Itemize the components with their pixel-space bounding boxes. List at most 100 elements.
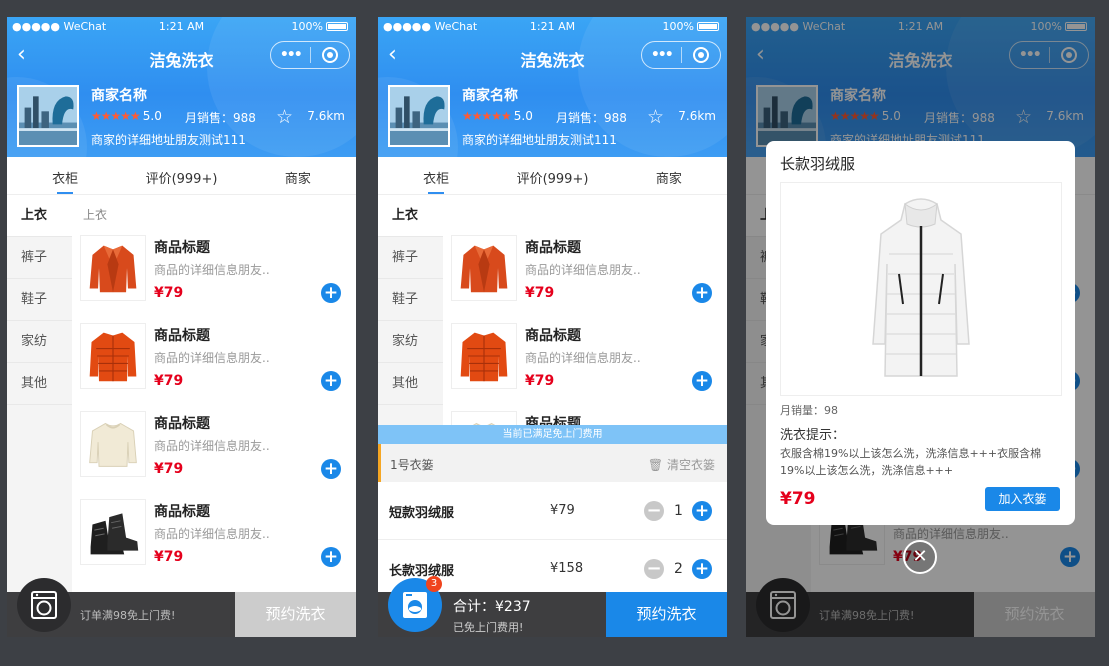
battery: 100% [292,20,348,33]
nav-bar: ‹ 洁兔洗衣 ••• [7,41,356,71]
free-pickup-hint: 订单满98免上门费! [80,609,176,622]
battery-text: 100% [291,20,323,33]
target-icon[interactable] [311,47,350,63]
add-to-basket-button[interactable]: 加入衣篓 [985,487,1060,511]
category-other[interactable]: 其他 [378,363,443,405]
cart-header: 1号衣篓 🗑 清空衣篓 [378,444,727,482]
merchant-logo [17,85,79,147]
distance: 7.6km [307,109,345,123]
add-button[interactable]: + [692,283,712,303]
clear-basket-label: 清空衣篓 [666,458,715,472]
increase-button[interactable]: + [692,501,712,521]
category-shoes[interactable]: 鞋子 [7,279,72,321]
star-outline-icon[interactable]: ☆ [276,106,293,128]
monthly-sales: 月销量：98 [780,404,838,417]
modal-title: 长款羽绒服 [780,155,856,173]
list-item[interactable]: 商品标题 商品的详细信息朋友.. ¥79 + [72,499,356,587]
product-price: ¥79 [525,285,555,301]
product-desc: 商品的详细信息朋友.. [525,351,641,365]
merchant-address: 商家的详细地址朋友测试111 [462,133,617,147]
list-item[interactable]: 商品标题 商品的详细信息朋友.. ¥79 + [443,235,727,323]
phone-screen-catalog: ●●●●● WeChat 1:21 AM 100% ‹ 洁兔洗衣 ••• 商家名… [7,17,356,637]
cart-item-qty: 2 [674,561,683,577]
add-button[interactable]: + [692,371,712,391]
cart-row: 短款羽绒服 ¥79 − 1 + [378,482,727,540]
modal-price: ¥79 [780,489,816,509]
list-item[interactable]: 商品标题 商品的详细信息朋友.. ¥79 + [72,323,356,411]
product-price: ¥79 [525,373,555,389]
section-title: 上衣 [83,208,108,222]
close-icon[interactable]: ✕ [903,540,937,574]
merchant-address: 商家的详细地址朋友测试111 [91,133,246,147]
product-price: ¥79 [154,461,184,477]
rating-stars: ★★★★★ [462,109,512,123]
product-image [451,323,517,389]
status-bar: ●●●●● WeChat 1:21 AM 100% [378,20,727,34]
product-desc: 商品的详细信息朋友.. [154,351,270,365]
category-textiles[interactable]: 家纺 [7,321,72,363]
category-pants[interactable]: 裤子 [378,237,443,279]
tab-merchant[interactable]: 商家 [611,157,727,194]
cart-item-name: 长款羽绒服 [389,564,455,579]
free-fee-tip: 当前已满足免上门费用 [378,425,727,444]
wash-tips-label: 洗衣提示： [780,428,846,443]
product-title: 商品标题 [525,328,581,344]
tab-merchant[interactable]: 商家 [240,157,356,194]
product-title: 商品标题 [154,504,210,520]
cart-count-badge: 3 [426,576,442,592]
nav-bar: ‹ 洁兔洗衣 ••• [378,41,727,71]
product-image [451,235,517,301]
target-icon[interactable] [682,47,721,63]
product-desc: 商品的详细信息朋友.. [154,527,270,541]
decrease-button[interactable]: − [644,501,664,521]
merchant-header: ●●●●● WeChat 1:21 AM 100% ‹ 洁兔洗衣 ••• 商家名… [378,17,727,157]
product-title: 商品标题 [154,416,210,432]
merchant-name: 商家名称 [462,88,518,104]
category-sidebar: 上衣 裤子 鞋子 家纺 其他 [7,195,72,637]
category-textiles[interactable]: 家纺 [378,321,443,363]
add-button[interactable]: + [321,371,341,391]
battery: 100% [663,20,719,33]
tab-reviews[interactable]: 评价(999+) [123,157,239,194]
category-tops[interactable]: 上衣 [7,195,72,237]
rating-score: 5.0 [142,109,162,123]
tab-reviews[interactable]: 评价(999+) [494,157,610,194]
tab-wardrobe[interactable]: 衣柜 [378,157,494,194]
washing-machine-icon[interactable] [17,578,71,632]
product-title: 商品标题 [154,240,210,256]
product-title: 商品标题 [525,240,581,256]
list-item[interactable]: 商品标题 商品的详细信息朋友.. ¥79 + [72,235,356,323]
product-image [80,411,146,477]
list-item[interactable]: 商品标题 商品的详细信息朋友.. ¥79 + [72,411,356,499]
phone-screen-detail: ●●●●● WeChat 1:21 AM 100% ‹ 洁兔洗衣 ••• 商家名… [746,17,1095,637]
washing-machine-icon[interactable]: 3 [388,576,442,632]
cart-item-price: ¥79 [550,503,575,518]
book-wash-button[interactable]: 预约洗衣 [606,592,727,637]
mini-program-capsule: ••• [641,41,721,69]
more-icon[interactable]: ••• [271,47,310,63]
decrease-button[interactable]: − [644,559,664,579]
wash-tips-text: 衣服含棉19%以上该怎么洗，洗涤信息+++衣服含棉19%以上该怎么洗，洗涤信息+… [780,447,1042,477]
clear-basket-button[interactable]: 🗑 清空衣篓 [648,456,715,473]
category-other[interactable]: 其他 [7,363,72,405]
tab-wardrobe[interactable]: 衣柜 [7,157,123,194]
category-pants[interactable]: 裤子 [7,237,72,279]
list-item[interactable]: 商品标题 商品的详细信息朋友.. ¥79 + [443,323,727,411]
merchant-info: 商家名称 ★★★★★ 5.0 月销售：988 ☆ 7.6km 商家的详细地址朋友测… [388,85,718,147]
category-shoes[interactable]: 鞋子 [378,279,443,321]
book-wash-button[interactable]: 预约洗衣 [235,592,356,637]
product-title: 商品标题 [154,328,210,344]
more-icon[interactable]: ••• [642,47,681,63]
cart-item-price: ¥158 [550,561,584,576]
merchant-info: 商家名称 ★★★★★ 5.0 月销售：988 ☆ 7.6km 商家的详细地址朋友测… [17,85,347,147]
product-price: ¥79 [154,373,184,389]
star-outline-icon[interactable]: ☆ [647,106,664,128]
product-price: ¥79 [154,549,184,565]
add-button[interactable]: + [321,283,341,303]
basket-name: 1号衣篓 [390,458,434,472]
category-tops[interactable]: 上衣 [378,195,443,237]
increase-button[interactable]: + [692,559,712,579]
battery-icon [326,22,348,31]
add-button[interactable]: + [321,459,341,479]
add-button[interactable]: + [321,547,341,567]
